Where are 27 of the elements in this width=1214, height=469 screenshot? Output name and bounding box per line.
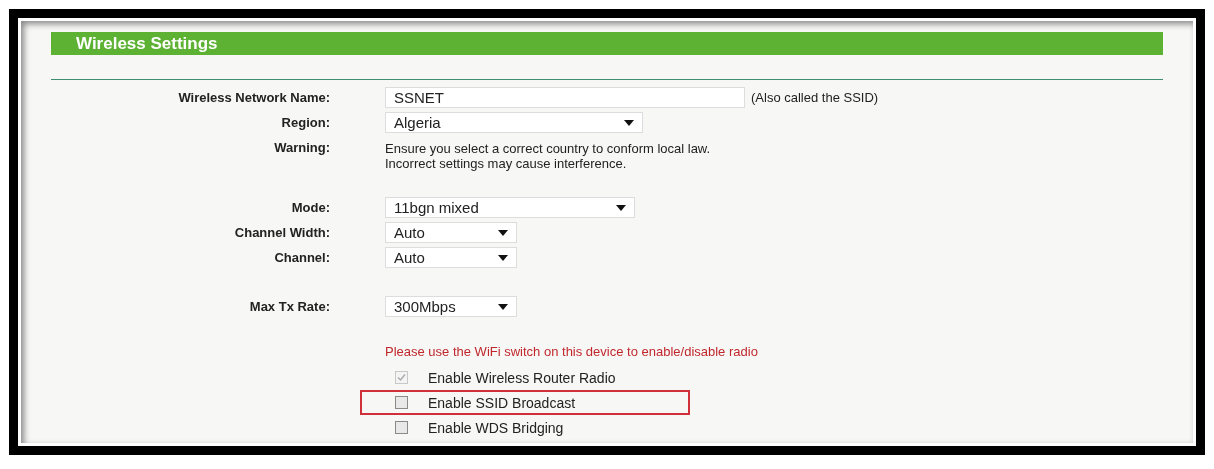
option-label: Enable Wireless Router Radio bbox=[428, 369, 616, 386]
caret-icon bbox=[498, 303, 508, 310]
checkbox[interactable] bbox=[395, 421, 408, 434]
dropdown[interactable]: Auto bbox=[385, 222, 517, 243]
field-label: Wireless Network Name: bbox=[177, 89, 330, 107]
dropdown[interactable]: 11bgn mixed bbox=[385, 197, 635, 218]
checkbox[interactable] bbox=[395, 396, 408, 409]
option-label: Enable SSID Broadcast bbox=[428, 394, 576, 411]
field-label: Max Tx Rate: bbox=[248, 298, 330, 316]
dropdown[interactable]: Algeria bbox=[385, 112, 643, 133]
warning-text: Ensure you select a correct country to conform local law. Incorrect settings may cause interference. bbox=[385, 140, 711, 171]
text-field[interactable]: SSNET bbox=[385, 87, 745, 108]
field-label: Warning: bbox=[273, 139, 330, 157]
field-label: Channel: bbox=[273, 249, 330, 267]
dropdown[interactable]: 300Mbps bbox=[385, 296, 517, 317]
field-label: Mode: bbox=[290, 199, 330, 217]
hint-text: (Also called the SSID) bbox=[751, 90, 879, 105]
field-label: Region: bbox=[280, 114, 330, 132]
dropdown[interactable]: Auto bbox=[385, 247, 517, 268]
notice-text: Please use the WiFi switch on this device to enable/disable radio bbox=[385, 344, 759, 359]
caret-icon bbox=[624, 119, 634, 126]
field-label: Channel Width: bbox=[233, 224, 330, 242]
caret-icon bbox=[498, 229, 508, 236]
option-label: Enable WDS Bridging bbox=[428, 419, 564, 436]
caret-icon bbox=[498, 254, 508, 261]
section-header: Wireless Settings bbox=[51, 32, 1163, 55]
caret-icon bbox=[616, 204, 626, 211]
